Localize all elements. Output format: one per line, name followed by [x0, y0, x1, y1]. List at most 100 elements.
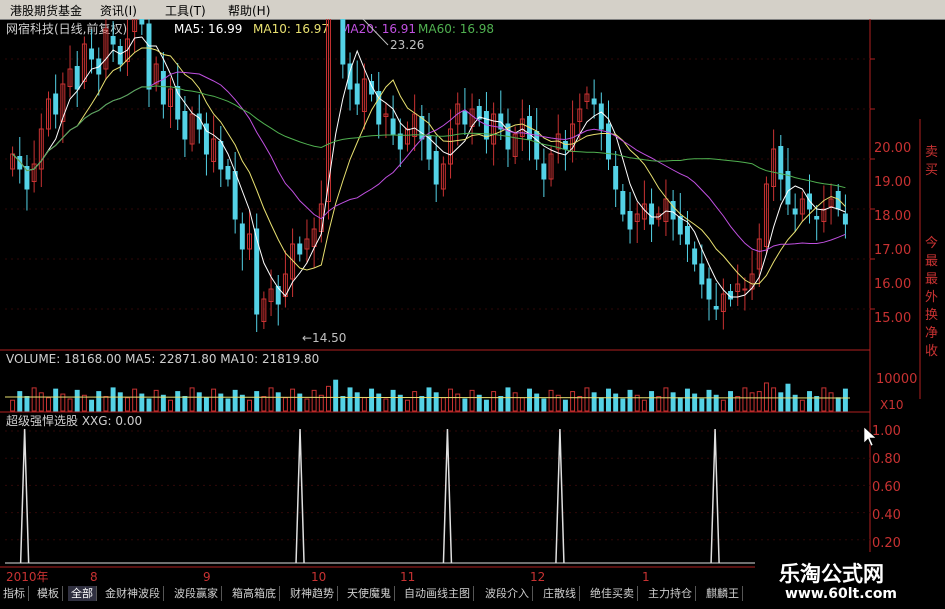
volume-bar [311, 389, 317, 412]
volume-bar [218, 393, 224, 412]
candle-body [110, 36, 116, 45]
signal-spike [442, 428, 453, 564]
candle-body [692, 248, 698, 265]
menu-item-hk-futures[interactable]: 港股期货基金 [10, 2, 82, 19]
tab-angel-devil[interactable]: 天使魔鬼 [344, 586, 395, 601]
volume-bar [749, 392, 755, 412]
signal-spike [555, 428, 565, 564]
candle-body [397, 133, 403, 150]
right-panel-char: 换 [925, 308, 938, 323]
tab-boduan-entry[interactable]: 波段介入 [482, 586, 533, 601]
candle-body [613, 166, 619, 190]
watermark-name: 乐淘公式网 [779, 562, 884, 586]
price-tick-20: 20.00 [874, 141, 911, 156]
volume-bar [728, 391, 734, 412]
candle-body [627, 211, 633, 230]
tab-zhuangsan[interactable]: 庄散线 [540, 586, 580, 601]
volume-bar [247, 399, 252, 412]
tab-caishen-trend[interactable]: 财神趋势 [287, 586, 338, 601]
volume-bar [763, 382, 769, 412]
tab-indicator[interactable]: 指标 [0, 586, 29, 601]
menu-bar: 港股期货基金 资讯(I) 工具(T) 帮助(H) [0, 0, 945, 20]
menu-item-tools[interactable]: 工具(T) [165, 2, 206, 19]
right-panel-char: 净 [925, 326, 938, 341]
volume-bar [828, 392, 834, 412]
volume-bar [89, 399, 95, 412]
volume-bar [799, 399, 805, 412]
tab-all[interactable]: 全部 [68, 586, 97, 601]
price-tick-17: 17.00 [874, 243, 911, 258]
volume-bar [641, 399, 647, 412]
volume-bar [96, 391, 102, 412]
volume-bar [354, 392, 360, 412]
volume-header: VOLUME: 18168.00 MA5: 22871.80 MA10: 218… [6, 352, 319, 366]
volume-bar [38, 392, 44, 412]
volume-bar [132, 388, 138, 412]
tab-auto-draw[interactable]: 自动画线主图 [401, 586, 474, 601]
tab-jincaishen[interactable]: 金财神波段 [102, 586, 164, 601]
volume-bar [232, 389, 238, 412]
candle-body [53, 93, 59, 115]
tab-xianggao[interactable]: 箱高箱底 [229, 586, 280, 601]
candle-body [785, 171, 791, 205]
tab-main-position[interactable]: 主力持仓 [645, 586, 696, 601]
volume-bar [17, 391, 23, 412]
candle-body [232, 171, 238, 220]
volume-bar [282, 397, 288, 412]
high-price-annotation: 23.26 [390, 38, 424, 52]
candle-body [340, 19, 346, 65]
candle-body [713, 306, 719, 310]
signal-spike [710, 428, 720, 564]
volume-bar [720, 399, 726, 412]
indicator-tick-06: 0.60 [872, 480, 901, 495]
candle-body [562, 141, 568, 150]
volume-bar [541, 398, 547, 412]
signal-spike [19, 428, 30, 564]
volume-tick-10000: 10000 [876, 372, 917, 387]
tab-boduan-yingjia[interactable]: 波段赢家 [171, 586, 222, 601]
right-panel-char: 卖 [925, 145, 938, 160]
volume-bar [649, 391, 655, 412]
volume-bar [153, 389, 159, 412]
volume-bar [124, 397, 130, 412]
volume-bar [440, 397, 446, 412]
volume-bar [677, 397, 683, 412]
ma60-label: MA60: 16.98 [418, 22, 494, 36]
candle-body [89, 48, 95, 60]
candle-body [74, 66, 80, 90]
volume-bar [606, 388, 611, 412]
date-label: 1 [642, 570, 650, 584]
tab-template[interactable]: 模板 [34, 586, 63, 601]
volume-bar [591, 392, 597, 412]
watermark-url: www.60lt.com [785, 586, 898, 602]
volume-bar [598, 397, 604, 412]
volume-bar [139, 393, 145, 412]
volume-bar [455, 393, 461, 412]
volume-bar [297, 393, 303, 412]
volume-bar [814, 396, 820, 412]
volume-bar [369, 388, 375, 412]
tab-jiajia-trade[interactable]: 绝佳买卖 [587, 586, 638, 601]
volume-bar [462, 398, 468, 412]
date-label: 12 [530, 570, 545, 584]
candle-body [117, 46, 123, 65]
volume-bar [81, 394, 87, 412]
signal-spike [295, 428, 305, 564]
volume-bar [620, 398, 626, 412]
volume-bar [203, 397, 209, 412]
candle-body [649, 203, 655, 225]
volume-bar [340, 396, 346, 412]
volume-bar [261, 396, 267, 412]
price-tick-18: 18.00 [874, 209, 911, 224]
volume-bar [498, 396, 504, 412]
candle-body [792, 208, 798, 215]
tab-qilin[interactable]: 麒麟王 [703, 586, 743, 601]
menu-item-info[interactable]: 资讯(I) [100, 2, 137, 19]
candle-body [146, 23, 152, 90]
volume-bar [570, 391, 576, 412]
volume-bar [491, 391, 497, 412]
volume-bar [110, 387, 116, 412]
candle-body [254, 228, 260, 315]
volume-bar [412, 391, 418, 412]
menu-item-help[interactable]: 帮助(H) [228, 2, 270, 19]
